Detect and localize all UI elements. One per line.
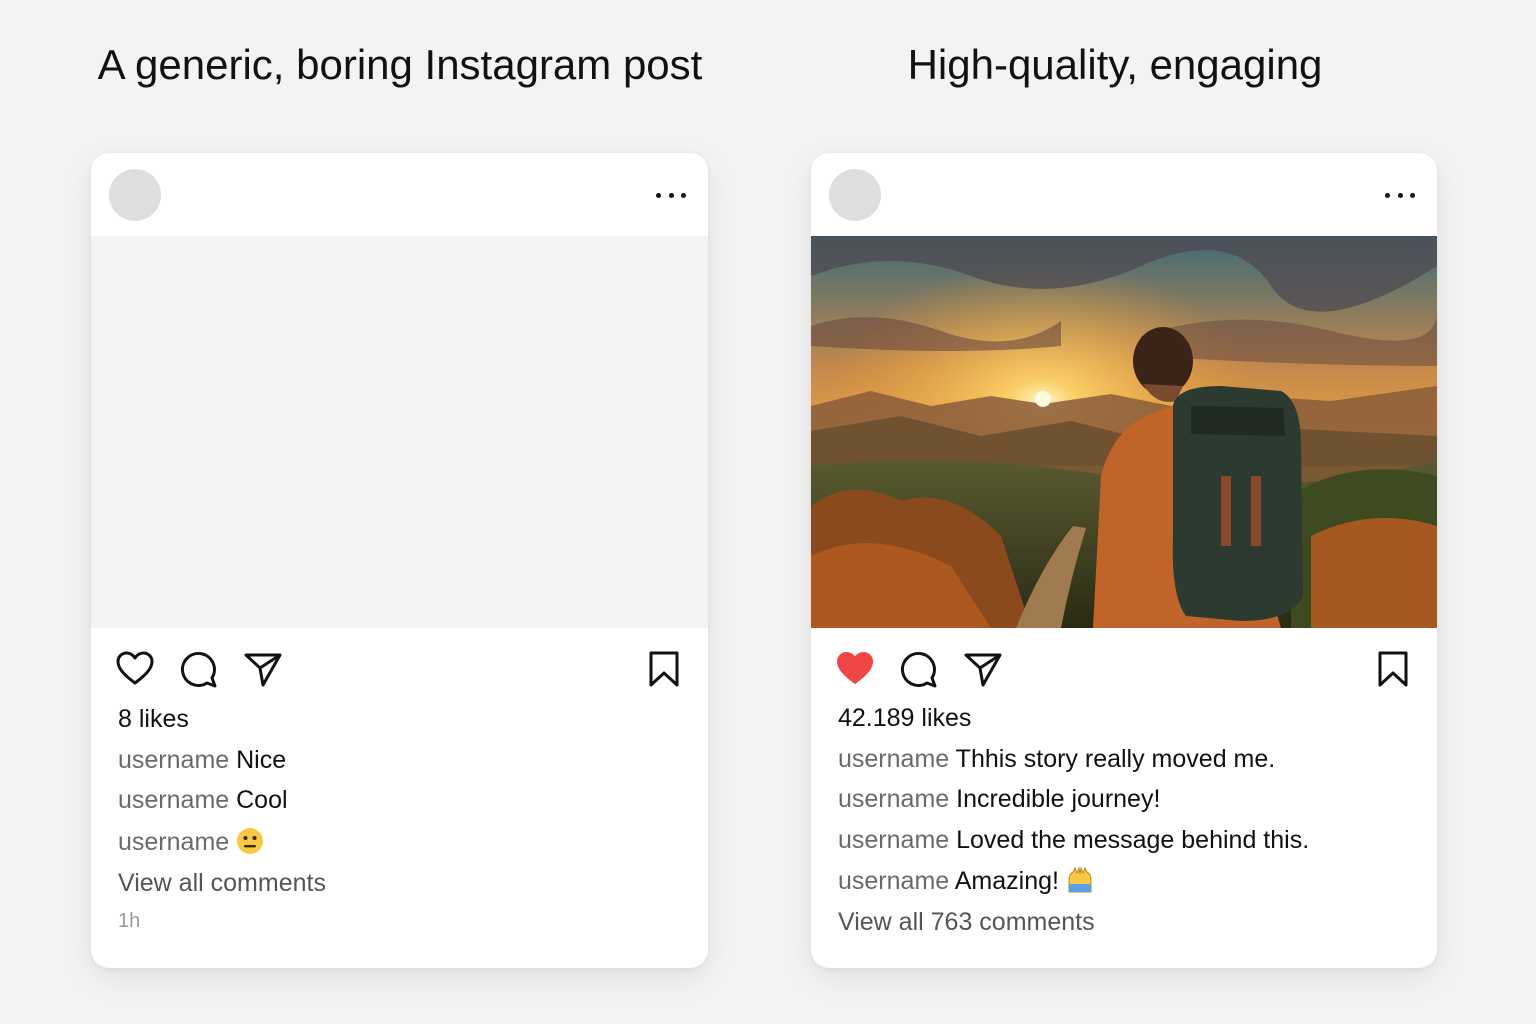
comment-row: username Cool	[118, 786, 288, 815]
comment-text: Incredible journey!	[956, 785, 1161, 813]
view-all-comments-link[interactable]: View all 763 comments	[838, 908, 1095, 937]
bookmark-icon[interactable]	[1373, 649, 1413, 689]
comment-username[interactable]: username	[118, 786, 236, 814]
likes-count[interactable]: 42.189 likes	[838, 704, 971, 733]
post-header	[91, 153, 708, 236]
share-icon[interactable]	[963, 649, 1003, 689]
comment-row: username Thhis story really moved me.	[838, 745, 1275, 774]
comment-username[interactable]: username	[838, 785, 956, 813]
comment-row: username	[118, 827, 264, 857]
likes-count[interactable]: 8 likes	[118, 705, 189, 734]
comment-text: Cool	[236, 786, 288, 814]
comment-icon[interactable]	[899, 649, 939, 689]
heading-boring-post: A generic, boring Instagram post	[97, 41, 703, 88]
raised-hands-emoji	[1066, 866, 1094, 894]
comment-text: Amazing!	[954, 867, 1059, 895]
post-photo-hiker-sunset	[811, 236, 1437, 628]
avatar[interactable]	[829, 169, 881, 221]
comment-text: Loved the message behind this.	[956, 826, 1310, 854]
post-image-placeholder	[91, 236, 708, 628]
comment-username[interactable]: username	[118, 828, 236, 856]
comment-row: username Loved the message behind this.	[838, 826, 1309, 855]
bookmark-icon[interactable]	[644, 649, 684, 689]
post-card-engaging: 42.189 likes username Thhis story really…	[811, 153, 1437, 968]
more-options-icon[interactable]	[656, 183, 686, 207]
more-options-icon[interactable]	[1385, 183, 1415, 207]
share-icon[interactable]	[243, 649, 283, 689]
comment-text: Nice	[236, 746, 287, 774]
comment-username[interactable]: username	[838, 826, 956, 854]
post-card-boring: 8 likes username Nice username Cool user…	[91, 153, 708, 968]
heart-icon[interactable]	[835, 649, 875, 689]
comment-username[interactable]: username	[838, 867, 955, 895]
post-actions	[115, 649, 684, 689]
comment-username[interactable]: username	[838, 745, 956, 773]
comment-username[interactable]: username	[118, 746, 236, 774]
neutral-face-emoji	[236, 827, 264, 855]
comment-icon[interactable]	[179, 649, 219, 689]
view-all-comments-link[interactable]: View all comments	[118, 869, 326, 898]
post-timestamp: 1h	[118, 910, 141, 932]
comment-row: username Incredible journey!	[838, 785, 1160, 814]
post-actions	[835, 649, 1413, 689]
heading-engaging-post: High-quality, engaging	[907, 41, 1323, 88]
comment-row: username Amazing!	[838, 866, 1094, 896]
comment-text: Thhis story really moved me.	[955, 745, 1276, 773]
heart-icon[interactable]	[115, 649, 155, 689]
post-header	[811, 153, 1437, 236]
comment-row: username Nice	[118, 746, 286, 775]
avatar[interactable]	[109, 169, 161, 221]
